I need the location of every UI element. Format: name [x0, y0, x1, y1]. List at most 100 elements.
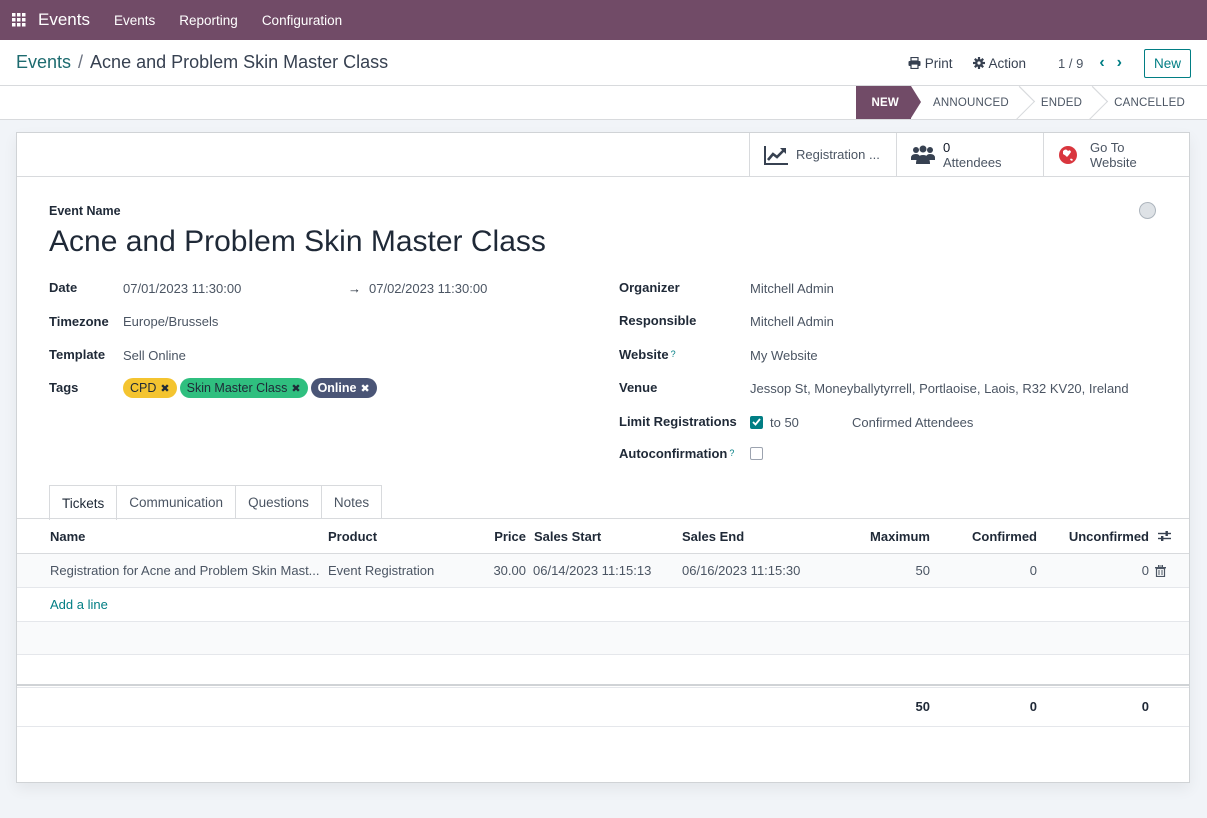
autoconfirmation-checkbox[interactable] — [750, 446, 763, 460]
breadcrumb-separator: / — [78, 52, 84, 72]
ticket-unconfirmed: 0 — [1141, 563, 1149, 578]
tag-label: CPD — [130, 381, 157, 395]
column-maximum[interactable]: Maximum — [829, 519, 930, 553]
breadcrumb-current: Acne and Problem Skin Master Class — [90, 52, 389, 72]
column-product[interactable]: Product — [328, 519, 377, 553]
tags-label: Tags — [49, 379, 79, 395]
table-header: Name Product Price Sales Start Sales End… — [17, 519, 1189, 554]
tags-field[interactable]: CPD ✖ Skin Master Class ✖ Online ✖ — [123, 378, 380, 398]
limit-suffix: Confirmed Attendees — [852, 414, 974, 430]
column-price[interactable]: Price — [467, 519, 526, 553]
ticket-confirmed: 0 — [1029, 563, 1037, 578]
print-button[interactable]: Print — [908, 56, 953, 71]
column-unconfirmed[interactable]: Unconfirmed — [1047, 519, 1149, 553]
empty-row — [17, 622, 1189, 655]
menu-reporting[interactable]: Reporting — [179, 13, 238, 28]
app-name[interactable]: Events — [38, 10, 90, 30]
tag-label: Online — [317, 381, 357, 395]
website-line2: Website — [1090, 154, 1137, 170]
remove-tag-icon[interactable]: ✖ — [360, 382, 369, 395]
breadcrumb: Events / Acne and Problem Skin Master Cl… — [0, 52, 388, 73]
remove-tag-icon[interactable]: ✖ — [160, 382, 169, 395]
column-sales-end[interactable]: Sales End — [682, 519, 744, 553]
smart-button-box: Registration ... 0 Attendees Go To Website — [17, 133, 1189, 177]
menu-configuration[interactable]: Configuration — [262, 13, 342, 28]
ticket-product[interactable]: Event Registration — [328, 554, 434, 587]
globe-icon — [1059, 145, 1077, 164]
pager-value[interactable]: 1 / 9 — [1058, 56, 1083, 71]
breadcrumb-events-link[interactable]: Events — [16, 52, 71, 73]
kanban-state-toggle[interactable] — [1139, 202, 1156, 219]
stage-announced[interactable]: ANNOUNCED — [911, 86, 1023, 119]
tag-online[interactable]: Online ✖ — [310, 378, 377, 398]
ticket-name[interactable]: Registration for Acne and Problem Skin M… — [50, 554, 320, 587]
tab-communication[interactable]: Communication — [116, 485, 237, 519]
column-confirmed[interactable]: Confirmed — [937, 519, 1037, 553]
top-navbar: Events Events Reporting Configuration — [0, 0, 1207, 40]
date-label: Date — [49, 279, 78, 295]
table-row[interactable]: Registration for Acne and Problem Skin M… — [17, 554, 1189, 588]
event-name-field[interactable]: Acne and Problem Skin Master Class — [49, 225, 546, 259]
limit-to-field[interactable]: to 50 — [770, 415, 799, 430]
print-icon — [908, 57, 921, 69]
limit-registrations-label: Limit Registrations — [619, 413, 737, 429]
tag-skin-master-class[interactable]: Skin Master Class ✖ — [179, 378, 308, 398]
organizer-field[interactable]: Mitchell Admin — [750, 281, 834, 296]
form-sheet: Registration ... 0 Attendees Go To Website… — [16, 132, 1190, 783]
responsible-field[interactable]: Mitchell Admin — [750, 314, 834, 329]
attendees-smart-button[interactable]: 0 Attendees — [896, 133, 1043, 176]
tag-label: Skin Master Class — [186, 381, 288, 395]
venue-field[interactable]: Jessop St, Moneyballytyrrell, Portlaoise… — [750, 381, 1129, 396]
template-field[interactable]: Sell Online — [123, 348, 186, 363]
table-totals-row: 50 0 0 — [17, 684, 1189, 727]
remove-tag-icon[interactable]: ✖ — [291, 382, 300, 395]
control-panel: Events / Acne and Problem Skin Master Cl… — [0, 40, 1207, 86]
action-button[interactable]: Action — [972, 56, 1026, 71]
tab-tickets[interactable]: Tickets — [49, 485, 118, 520]
timezone-field[interactable]: Europe/Brussels — [123, 314, 218, 329]
ticket-sales-end[interactable]: 06/16/2023 11:15:30 — [682, 554, 800, 587]
pager-previous-icon[interactable]: ‹ — [1099, 54, 1104, 72]
registration-label: Registration ... — [796, 147, 880, 162]
apps-menu-icon[interactable] — [0, 0, 38, 40]
event-name-label: Event Name — [49, 204, 121, 218]
optional-columns-toggle[interactable] — [1158, 519, 1171, 553]
column-sales-start[interactable]: Sales Start — [534, 519, 601, 553]
new-button[interactable]: New — [1143, 48, 1191, 78]
attendees-count: 0 — [943, 139, 951, 155]
column-name[interactable]: Name — [50, 519, 85, 553]
pager-next-icon[interactable]: › — [1117, 54, 1122, 72]
stage-new[interactable]: NEW — [855, 86, 922, 119]
tag-cpd[interactable]: CPD ✖ — [123, 378, 177, 398]
sliders-icon — [1158, 531, 1171, 541]
add-a-line-link[interactable]: Add a line — [50, 588, 108, 621]
tickets-table: Name Product Price Sales Start Sales End… — [17, 519, 1189, 688]
date-arrow-icon: → — [348, 280, 361, 296]
stage-ended[interactable]: ENDED — [1023, 86, 1096, 119]
tab-notes[interactable]: Notes — [320, 485, 383, 519]
delete-row-button[interactable] — [1155, 554, 1166, 587]
date-end-field[interactable]: 07/02/2023 11:30:00 — [369, 281, 487, 296]
limit-registrations-checkbox[interactable] — [750, 415, 763, 429]
registration-smart-button[interactable]: Registration ... — [749, 133, 896, 176]
users-icon — [911, 145, 935, 164]
attendees-label: Attendees — [943, 154, 1002, 170]
date-start-field[interactable]: 07/01/2023 11:30:00 — [123, 281, 241, 296]
ticket-sales-start[interactable]: 06/14/2023 11:15:13 — [533, 554, 651, 587]
add-line-row: Add a line — [17, 588, 1189, 622]
website-field[interactable]: My Website — [750, 348, 818, 363]
responsible-label: Responsible — [619, 312, 697, 328]
ticket-maximum[interactable]: 50 — [829, 554, 930, 587]
tab-questions[interactable]: Questions — [235, 485, 322, 519]
ticket-price[interactable]: 30.00 — [467, 554, 526, 587]
website-line1: Go To — [1090, 139, 1125, 155]
timezone-label: Timezone — [49, 313, 109, 329]
autoconfirmation-help-icon[interactable]: ? — [729, 448, 734, 458]
menu-events[interactable]: Events — [114, 13, 155, 28]
total-confirmed: 0 — [1029, 698, 1037, 714]
website-help-icon[interactable]: ? — [671, 349, 676, 359]
stage-cancelled[interactable]: CANCELLED — [1096, 86, 1199, 119]
go-to-website-smart-button[interactable]: Go To Website — [1043, 133, 1189, 176]
notebook-tabs: Tickets Communication Questions Notes — [49, 485, 383, 520]
venue-label: Venue — [619, 379, 658, 395]
